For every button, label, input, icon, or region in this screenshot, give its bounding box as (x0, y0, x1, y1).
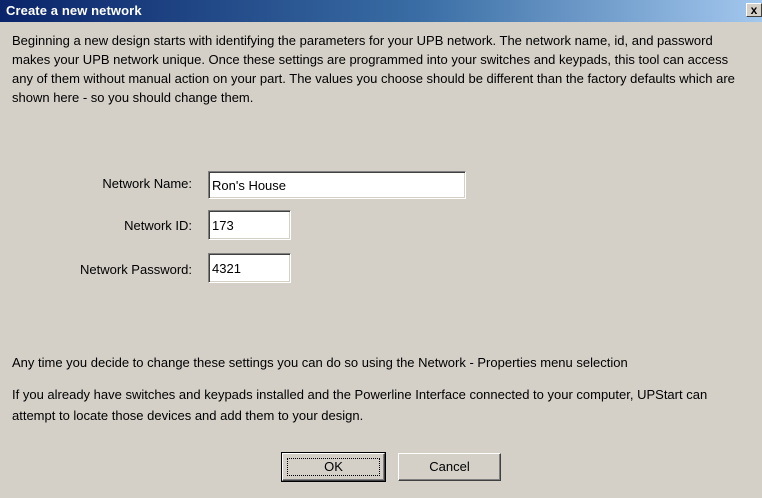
network-password-label: Network Password: (80, 262, 192, 277)
intro-text: Beginning a new design starts with ident… (12, 33, 735, 105)
close-button[interactable]: x (746, 3, 762, 17)
locate-devices-note: If you already have switches and keypads… (12, 387, 708, 423)
network-id-input[interactable] (208, 210, 291, 240)
close-icon: x (750, 3, 758, 17)
network-id-label: Network ID: (124, 218, 192, 233)
cancel-button-label: Cancel (429, 459, 470, 474)
network-password-input[interactable] (208, 253, 291, 283)
dialog-title: Create a new network (6, 3, 142, 18)
network-name-input[interactable] (208, 171, 466, 199)
create-network-dialog: Create a new network x Beginning a new d… (0, 0, 762, 498)
network-name-label: Network Name: (102, 176, 192, 191)
properties-note: Any time you decide to change these sett… (12, 355, 628, 370)
focus-rectangle (287, 458, 380, 476)
cancel-button[interactable]: Cancel (398, 453, 501, 481)
ok-button[interactable]: OK (281, 452, 386, 482)
title-bar: Create a new network x (0, 0, 762, 22)
